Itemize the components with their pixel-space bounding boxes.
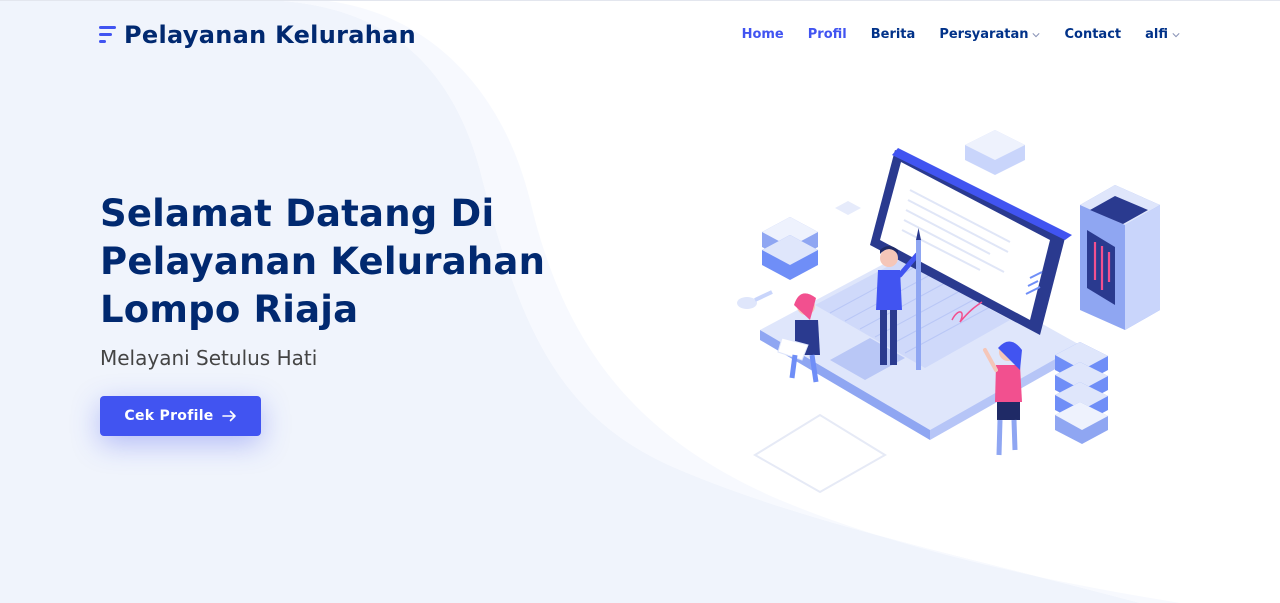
hero-title-line: Selamat Datang Di bbox=[100, 192, 495, 235]
cta-label: Cek Profile bbox=[124, 408, 214, 424]
key-icon bbox=[737, 290, 773, 309]
server-stack-left bbox=[762, 217, 818, 280]
nav-item-label: Profil bbox=[807, 27, 847, 42]
laptop-teamwork-illustration bbox=[720, 120, 1200, 510]
cek-profile-button[interactable]: Cek Profile bbox=[100, 396, 261, 436]
nav-item-label: Contact bbox=[1064, 27, 1122, 42]
chevron-down-icon bbox=[1172, 32, 1180, 37]
hero-title: Selamat Datang Di Pelayanan Kelurahan Lo… bbox=[100, 190, 620, 334]
nav-item-label: alfi bbox=[1145, 27, 1168, 42]
main-navigation: Home Profil Berita Persyaratan Contact a… bbox=[718, 27, 1180, 42]
nav-item-label: Home bbox=[741, 27, 784, 42]
hero-section: Selamat Datang Di Pelayanan Kelurahan Lo… bbox=[100, 190, 620, 436]
nav-item-label: Berita bbox=[870, 27, 916, 42]
site-header: Pelayanan Kelurahan Home Profil Berita P… bbox=[0, 0, 1280, 70]
nav-item-berita[interactable]: Berita bbox=[871, 27, 916, 42]
nav-item-label: Persyaratan bbox=[939, 27, 1029, 42]
arrow-right-icon bbox=[221, 410, 236, 422]
server-stack-right bbox=[1055, 342, 1108, 444]
chevron-down-icon bbox=[1032, 32, 1041, 37]
hero-title-line: Pelayanan Kelurahan bbox=[100, 240, 546, 283]
brand-logo[interactable]: Pelayanan Kelurahan bbox=[99, 21, 416, 49]
hero-tagline: Melayani Setulus Hati bbox=[100, 346, 318, 370]
list-lines-icon bbox=[99, 23, 116, 47]
nav-item-user-menu[interactable]: alfi bbox=[1145, 27, 1180, 42]
nav-item-profil[interactable]: Profil bbox=[808, 27, 847, 42]
brand-name: Pelayanan Kelurahan bbox=[124, 21, 416, 49]
nav-item-contact[interactable]: Contact bbox=[1064, 27, 1121, 42]
nav-item-home[interactable]: Home bbox=[742, 27, 784, 42]
nav-item-persyaratan[interactable]: Persyaratan bbox=[939, 27, 1041, 42]
hero-title-line: Lompo Riaja bbox=[100, 288, 359, 331]
outline-tile bbox=[753, 413, 887, 494]
